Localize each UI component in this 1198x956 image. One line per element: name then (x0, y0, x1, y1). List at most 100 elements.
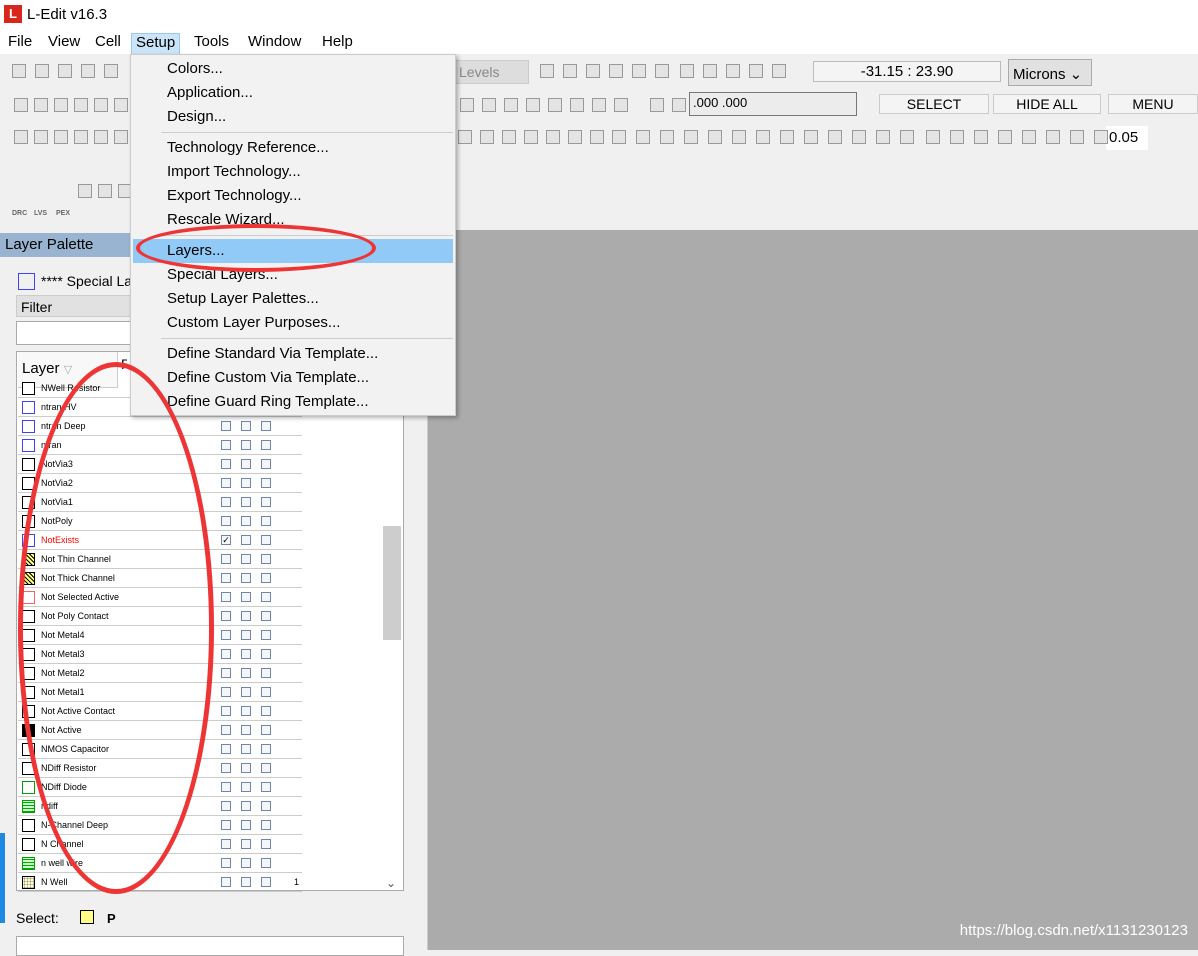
toolbar-tool-icon[interactable] (546, 130, 560, 144)
toolbar-tool-icon[interactable] (592, 98, 606, 112)
layer-checkbox[interactable] (221, 649, 231, 659)
toolbar-tool-icon[interactable] (756, 130, 770, 144)
toolbar-tool-icon[interactable] (94, 98, 108, 112)
layer-checkbox[interactable] (241, 725, 251, 735)
toolbar-tool-icon[interactable] (568, 130, 582, 144)
toolbar-tool-icon[interactable] (12, 64, 26, 78)
toolbar-tool-icon[interactable] (680, 64, 694, 78)
toolbar-tool-icon[interactable] (526, 98, 540, 112)
toolbar-tool-icon[interactable] (926, 130, 940, 144)
toolbar-tool-icon[interactable] (74, 98, 88, 112)
scroll-down-icon[interactable]: ⌄ (386, 876, 396, 890)
layer-checkbox[interactable] (261, 535, 271, 545)
menu-tools[interactable]: Tools (190, 33, 233, 55)
menu-item-define-guard-ring-template[interactable]: Define Guard Ring Template... (133, 390, 453, 414)
toolbar-tool-icon[interactable] (614, 98, 628, 112)
layer-checkbox[interactable] (241, 592, 251, 602)
levels-dropdown[interactable]: Levels (455, 60, 529, 84)
layer-checkbox[interactable] (241, 668, 251, 678)
layer-swatch[interactable] (22, 838, 35, 851)
layer-swatch[interactable] (22, 781, 35, 794)
layer-checkbox[interactable] (261, 744, 271, 754)
toolbar-tool-icon[interactable] (58, 64, 72, 78)
toolbar-tool-icon[interactable] (458, 130, 472, 144)
menu-item-define-custom-via-template[interactable]: Define Custom Via Template... (133, 366, 453, 390)
layer-checkbox[interactable] (241, 687, 251, 697)
toolbar-tool-icon[interactable] (570, 98, 584, 112)
toolbar-tool-icon[interactable] (632, 64, 646, 78)
select-dropdown[interactable] (16, 936, 404, 956)
layer-checkbox[interactable] (261, 725, 271, 735)
layer-checkbox[interactable] (221, 820, 231, 830)
layer-swatch[interactable] (22, 819, 35, 832)
toolbar-tool-icon[interactable] (749, 64, 763, 78)
toolbar-tool-icon[interactable] (524, 130, 538, 144)
toolbar-tool-icon[interactable] (1094, 130, 1108, 144)
menu-item-application[interactable]: Application... (133, 81, 453, 105)
menu-cell[interactable]: Cell (91, 33, 125, 55)
layer-checkbox[interactable] (221, 668, 231, 678)
menu-item-colors[interactable]: Colors... (133, 57, 453, 81)
layer-checkbox[interactable] (221, 763, 231, 773)
toolbar-tool-icon[interactable] (772, 64, 786, 78)
layer-checkbox[interactable] (221, 497, 231, 507)
layer-checkbox[interactable] (241, 497, 251, 507)
toolbar-tool-icon[interactable] (974, 130, 988, 144)
toolbar-tool-icon[interactable] (708, 130, 722, 144)
layer-checkbox[interactable] (221, 858, 231, 868)
layer-checkbox[interactable] (241, 858, 251, 868)
toolbar-tool-icon[interactable] (14, 130, 28, 144)
layer-checkbox[interactable] (241, 421, 251, 431)
toolbar-tool-icon[interactable] (660, 130, 674, 144)
layer-swatch[interactable] (22, 439, 35, 452)
toolbar-tool-icon[interactable] (98, 184, 112, 198)
layer-checkbox[interactable] (261, 858, 271, 868)
menu-item-import-technology[interactable]: Import Technology... (133, 160, 453, 184)
toolbar-tool-icon[interactable] (636, 130, 650, 144)
layer-swatch[interactable] (22, 876, 35, 889)
toolbar-tool-icon[interactable] (998, 130, 1012, 144)
toolbar-tool-icon[interactable] (804, 130, 818, 144)
menu-item-export-technology[interactable]: Export Technology... (133, 184, 453, 208)
layer-checkbox[interactable] (261, 421, 271, 431)
toolbar-tool-icon[interactable] (81, 64, 95, 78)
toolbar-tool-icon[interactable] (612, 130, 626, 144)
layer-checkbox[interactable] (241, 820, 251, 830)
side-tab[interactable] (0, 833, 5, 923)
layer-checkbox[interactable] (221, 516, 231, 526)
layer-row[interactable]: N Well 1 (18, 873, 302, 892)
toolbar-tool-icon[interactable] (114, 130, 128, 144)
menu-item-define-standard-via-template[interactable]: Define Standard Via Template... (133, 342, 453, 366)
hide-all-button[interactable]: HIDE ALL (993, 94, 1101, 114)
toolbar-tool-icon[interactable] (78, 184, 92, 198)
menu-button[interactable]: MENU (1108, 94, 1198, 114)
layer-checkbox[interactable] (241, 782, 251, 792)
layer-checkbox[interactable] (241, 839, 251, 849)
toolbar-tool-icon[interactable] (1046, 130, 1060, 144)
toolbar-tool-icon[interactable] (590, 130, 604, 144)
menu-view[interactable]: View (44, 33, 84, 55)
units-dropdown[interactable]: Microns ⌄ (1008, 59, 1092, 86)
toolbar-tool-icon[interactable] (609, 64, 623, 78)
menu-item-technology-reference[interactable]: Technology Reference... (133, 136, 453, 160)
layer-checkbox[interactable] (261, 877, 271, 887)
toolbar-tool-icon[interactable] (482, 98, 496, 112)
layer-checkbox[interactable] (261, 782, 271, 792)
layer-checkbox[interactable] (241, 744, 251, 754)
menu-item-design[interactable]: Design... (133, 105, 453, 129)
layer-checkbox[interactable] (261, 668, 271, 678)
layer-checkbox[interactable] (221, 801, 231, 811)
layer-checkbox[interactable] (221, 440, 231, 450)
layer-checkbox[interactable] (261, 763, 271, 773)
layer-checkbox[interactable] (241, 459, 251, 469)
layer-checkbox[interactable] (261, 820, 271, 830)
menu-file[interactable]: File (4, 33, 36, 55)
layer-swatch[interactable] (22, 382, 35, 395)
menu-help[interactable]: Help (318, 33, 357, 55)
menu-window[interactable]: Window (244, 33, 305, 55)
toolbar-tool-icon[interactable] (950, 130, 964, 144)
layer-checkbox[interactable] (241, 877, 251, 887)
layer-checkbox[interactable] (221, 725, 231, 735)
layer-checkbox[interactable] (221, 421, 231, 431)
layer-checkbox[interactable] (261, 611, 271, 621)
